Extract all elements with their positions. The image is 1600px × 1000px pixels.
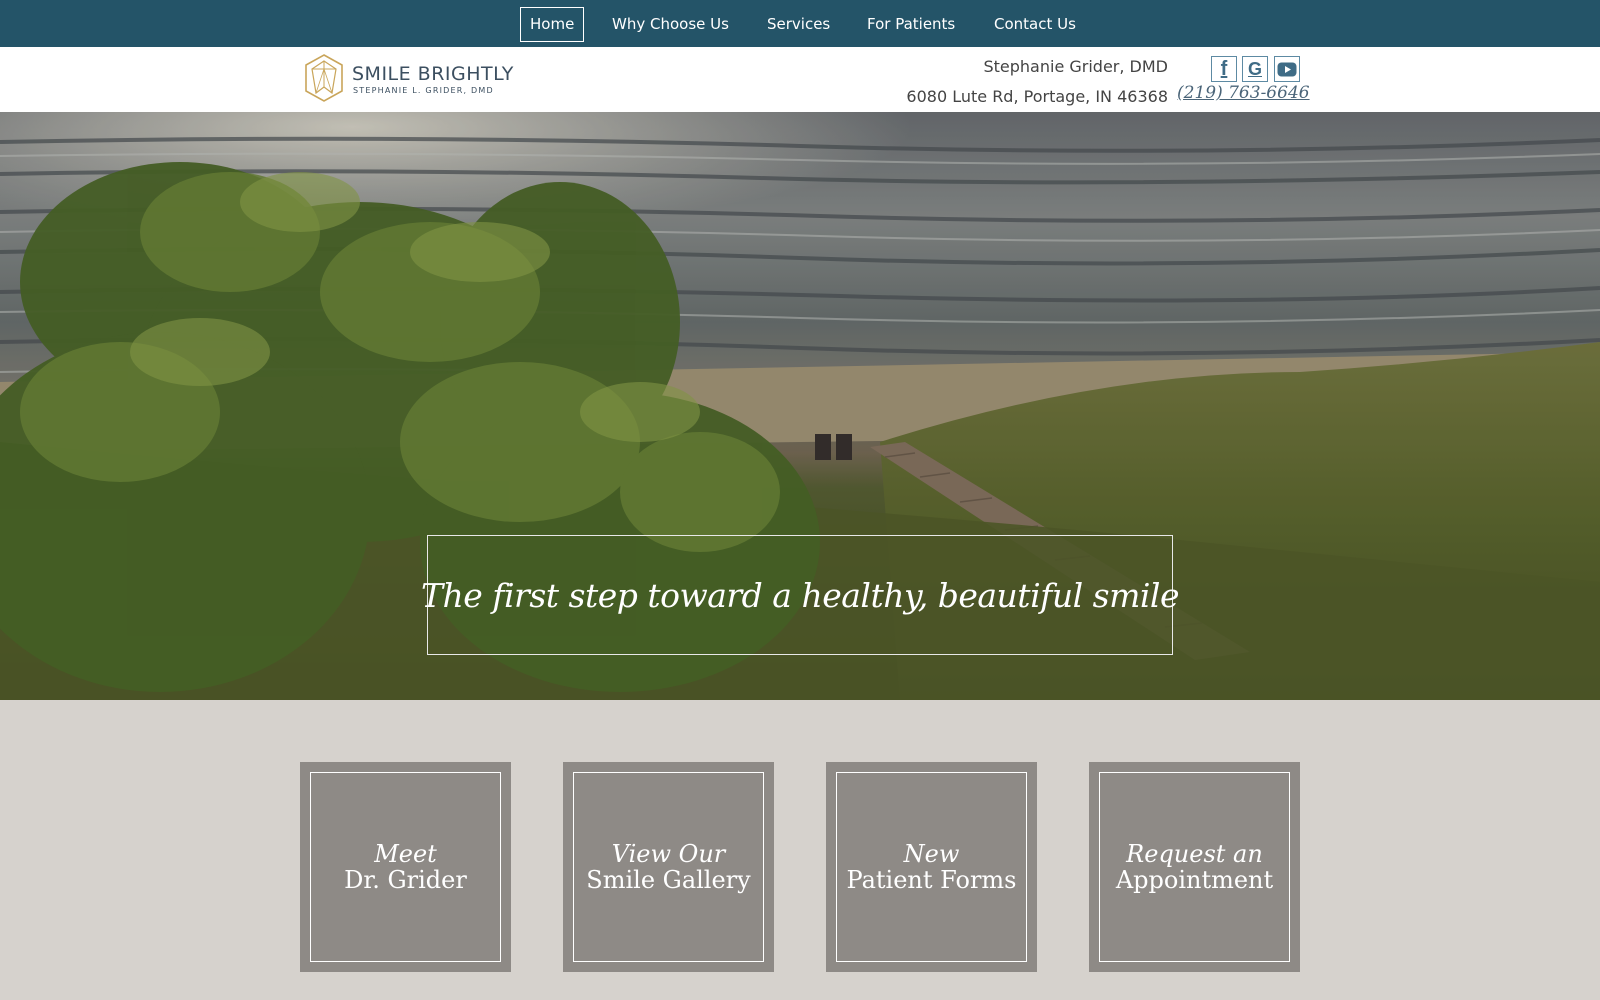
logo-title: SMILE BRIGHTLY bbox=[352, 63, 514, 85]
card-line1: View Our bbox=[611, 840, 726, 868]
patient-forms-card[interactable]: New Patient Forms bbox=[826, 762, 1037, 972]
card-line2: Smile Gallery bbox=[586, 866, 751, 894]
youtube-icon[interactable] bbox=[1274, 56, 1300, 82]
youtube-glyph bbox=[1277, 62, 1297, 76]
card-line1: New bbox=[903, 840, 960, 868]
google-icon[interactable]: G bbox=[1242, 56, 1268, 82]
nav-for-patients[interactable]: For Patients bbox=[858, 7, 964, 42]
hero-tagline-box: The first step toward a healthy, beautif… bbox=[421, 535, 1180, 655]
hero-tagline: The first step toward a healthy, beautif… bbox=[421, 575, 1180, 615]
card-line2: Patient Forms bbox=[846, 866, 1017, 894]
card-frame: New Patient Forms bbox=[836, 772, 1027, 962]
facebook-icon[interactable]: f bbox=[1211, 56, 1237, 82]
top-navigation: Home Why Choose Us Services For Patients… bbox=[0, 0, 1600, 47]
request-appointment-card[interactable]: Request an Appointment bbox=[1089, 762, 1300, 972]
card-frame: View Our Smile Gallery bbox=[573, 772, 764, 962]
card-line2: Dr. Grider bbox=[344, 866, 467, 894]
meet-doctor-card[interactable]: Meet Dr. Grider bbox=[300, 762, 511, 972]
card-frame: Meet Dr. Grider bbox=[310, 772, 501, 962]
phone-link[interactable]: (219) 763-6646 bbox=[1177, 83, 1310, 103]
doctor-name: Stephanie Grider, DMD bbox=[983, 57, 1168, 76]
nav-why-choose-us[interactable]: Why Choose Us bbox=[603, 7, 738, 42]
site-logo[interactable]: SMILE BRIGHTLY STEPHANIE L. GRIDER, DMD bbox=[302, 53, 522, 103]
google-glyph: G bbox=[1247, 58, 1262, 79]
card-line1: Request an bbox=[1126, 840, 1263, 868]
card-frame: Request an Appointment bbox=[1099, 772, 1290, 962]
card-line2: Appointment bbox=[1115, 866, 1274, 894]
tooth-gem-icon bbox=[305, 54, 343, 102]
logo-subtitle: STEPHANIE L. GRIDER, DMD bbox=[353, 86, 494, 95]
facebook-glyph: f bbox=[1220, 57, 1228, 80]
nav-home[interactable]: Home bbox=[520, 7, 585, 42]
office-address: 6080 Lute Rd, Portage, IN 46368 bbox=[906, 87, 1168, 106]
smile-gallery-card[interactable]: View Our Smile Gallery bbox=[563, 762, 774, 972]
card-line1: Meet bbox=[374, 840, 437, 868]
site-header: SMILE BRIGHTLY STEPHANIE L. GRIDER, DMD … bbox=[0, 47, 1600, 112]
nav-contact-us[interactable]: Contact Us bbox=[985, 7, 1085, 42]
nav-services[interactable]: Services bbox=[758, 7, 839, 42]
hero-banner: The first step toward a healthy, beautif… bbox=[0, 112, 1600, 700]
